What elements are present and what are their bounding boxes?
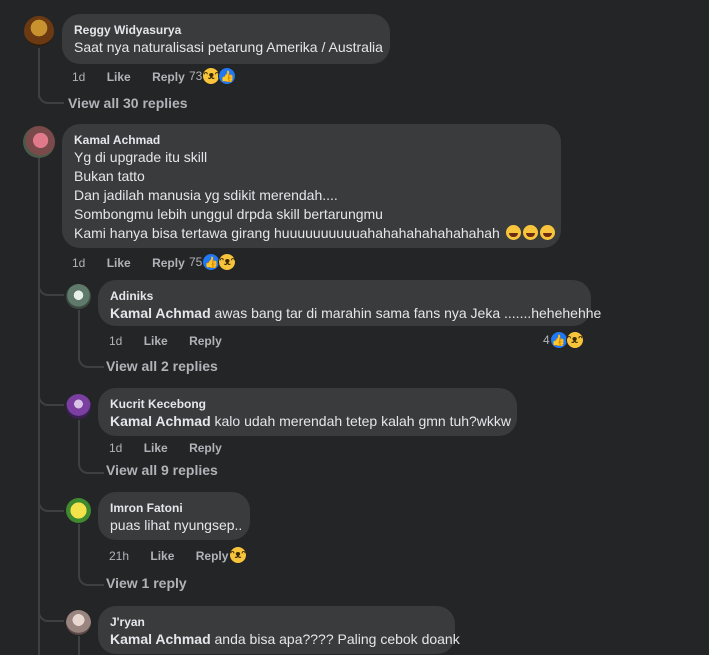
comment-bubble-kamal: Kamal Achmad Yg di upgrade itu skill Buk… (62, 124, 561, 248)
reply-actions-adiniks: 1d Like Reply (109, 333, 240, 349)
comment-actions-kamal: 1d Like Reply (72, 255, 203, 271)
avatar-reggy[interactable] (24, 16, 54, 46)
laughing-emoji-icon (522, 225, 538, 240)
comment-text: Saat nya naturalisasi petarung Amerika /… (74, 39, 383, 55)
reply-3-subline (78, 524, 80, 564)
reaction-count: 75 (189, 255, 203, 269)
reply-time[interactable]: 21h (109, 549, 129, 563)
like-button[interactable]: Like (144, 334, 168, 348)
reply-text: anda bisa apa???? Paling cebok doank (214, 631, 460, 647)
reply-button[interactable]: Reply (152, 256, 185, 270)
like-button[interactable]: Like (107, 70, 131, 84)
avatar-jryan[interactable] (66, 610, 91, 635)
reply-author[interactable]: Adiniks (110, 288, 579, 304)
thread-line-main (38, 158, 40, 655)
reply-time[interactable]: 1d (109, 441, 122, 455)
mention-link[interactable]: Kamal Achmad (110, 631, 211, 647)
haha-reaction-icon: ᵔᴥᵔ (229, 546, 247, 564)
comment-line-5-wrap: Kami hanya bisa tertawa girang huuuuuuuu… (74, 224, 555, 243)
laughing-emoji-icon (505, 225, 521, 240)
reply-text-wrap: Kamal Achmad awas bang tar di marahin sa… (110, 304, 601, 323)
reply-button[interactable]: Reply (189, 334, 222, 348)
haha-reaction-icon: ᵔᴥᵔ (218, 253, 237, 271)
thread-hook-reply-3 (38, 486, 64, 512)
thread-hook-top (38, 80, 64, 104)
reactions-imron[interactable]: ᵔᴥᵔ (229, 546, 247, 564)
reaction-count: 4 (543, 333, 550, 347)
comment-line-5: Kami hanya bisa tertawa girang huuuuuuuu… (74, 225, 500, 241)
reply-author[interactable]: Kucrit Kecebong (110, 396, 505, 412)
reply-bubble-adiniks: Adiniks Kamal Achmad awas bang tar di ma… (98, 280, 601, 326)
reply-button[interactable]: Reply (189, 441, 222, 455)
thread-hook-reply-1 (38, 270, 64, 296)
reply-actions-imron: 21h Like Reply (109, 548, 246, 564)
avatar-imron[interactable] (66, 498, 91, 523)
reply-text: awas bang tar di marahin sama fans nya J… (214, 305, 602, 321)
reaction-count: 73 (189, 69, 203, 83)
comment-time[interactable]: 1d (72, 256, 85, 270)
comment-line-1: Yg di upgrade itu skill (74, 149, 208, 165)
reply-text: puas lihat nyungsep.. (110, 517, 243, 533)
comment-line-4: Sombongmu lebih unggul drpda skill berta… (74, 206, 383, 222)
mention-link[interactable]: Kamal Achmad (110, 305, 211, 321)
view-replies-link[interactable]: View all 30 replies (68, 95, 188, 111)
mention-link[interactable]: Kamal Achmad (110, 413, 211, 429)
like-button[interactable]: Like (107, 256, 131, 270)
avatar-kamal[interactable] (23, 126, 55, 158)
comment-author[interactable]: Reggy Widyasurya (74, 22, 378, 38)
reply-bubble-kucrit: Kucrit Kecebong Kamal Achmad kalo udah m… (98, 388, 517, 436)
like-reaction-icon: 👍 (218, 67, 237, 85)
view-replies-link[interactable]: View all 9 replies (106, 462, 218, 478)
reply-bubble-imron: Imron Fatoni puas lihat nyungsep.. (98, 492, 250, 540)
reply-text: kalo udah merendah tetep kalah gmn tuh?w… (214, 413, 512, 429)
comment-author[interactable]: Kamal Achmad (74, 132, 549, 148)
reply-button[interactable]: Reply (152, 70, 185, 84)
like-button[interactable]: Like (150, 549, 174, 563)
haha-reaction-icon: ᵔᴥᵔ (565, 331, 584, 349)
avatar-adiniks[interactable] (66, 284, 91, 309)
view-replies-link[interactable]: View all 2 replies (106, 358, 218, 374)
reply-actions-kucrit: 1d Like Reply (109, 440, 240, 456)
reply-text-wrap: Kamal Achmad anda bisa apa???? Paling ce… (110, 630, 460, 649)
reply-4-subline (78, 636, 80, 655)
like-reaction-icon: 👍 (549, 331, 568, 349)
laughing-emoji-icon (539, 225, 555, 240)
reply-bubble-jryan: J'ryan Kamal Achmad anda bisa apa???? Pa… (98, 606, 460, 654)
reactions-adiniks[interactable]: 4 👍 ᵔᴥᵔ (543, 331, 584, 349)
comment-line-2: Bukan tatto (74, 168, 145, 184)
like-button[interactable]: Like (144, 441, 168, 455)
reply-1-subhook (78, 344, 104, 368)
thread-hook-reply-2 (38, 380, 64, 406)
reply-author[interactable]: Imron Fatoni (110, 500, 238, 516)
thread-hook-reply-4 (38, 596, 64, 622)
scrollbar[interactable] (703, 0, 709, 655)
reply-3-subhook (78, 562, 104, 586)
reply-button[interactable]: Reply (196, 549, 229, 563)
avatar-kucrit[interactable] (66, 394, 91, 419)
reactions-kamal[interactable]: 75 👍 ᵔᴥᵔ (189, 253, 237, 271)
view-replies-link[interactable]: View 1 reply (106, 575, 187, 591)
reply-text-wrap: Kamal Achmad kalo udah merendah tetep ka… (110, 412, 511, 431)
reply-2-subhook (78, 450, 104, 474)
reply-time[interactable]: 1d (109, 334, 122, 348)
comment-line-3: Dan jadilah manusia yg sdikit merendah..… (74, 187, 338, 203)
comment-actions-reggy: 1d Like Reply (72, 69, 203, 85)
reply-author[interactable]: J'ryan (110, 614, 443, 630)
reactions-reggy[interactable]: 73 ᵔᴥᵔ 👍 (189, 67, 237, 85)
comment-time[interactable]: 1d (72, 70, 85, 84)
comment-bubble-reggy: Reggy Widyasurya Saat nya naturalisasi p… (62, 14, 390, 64)
